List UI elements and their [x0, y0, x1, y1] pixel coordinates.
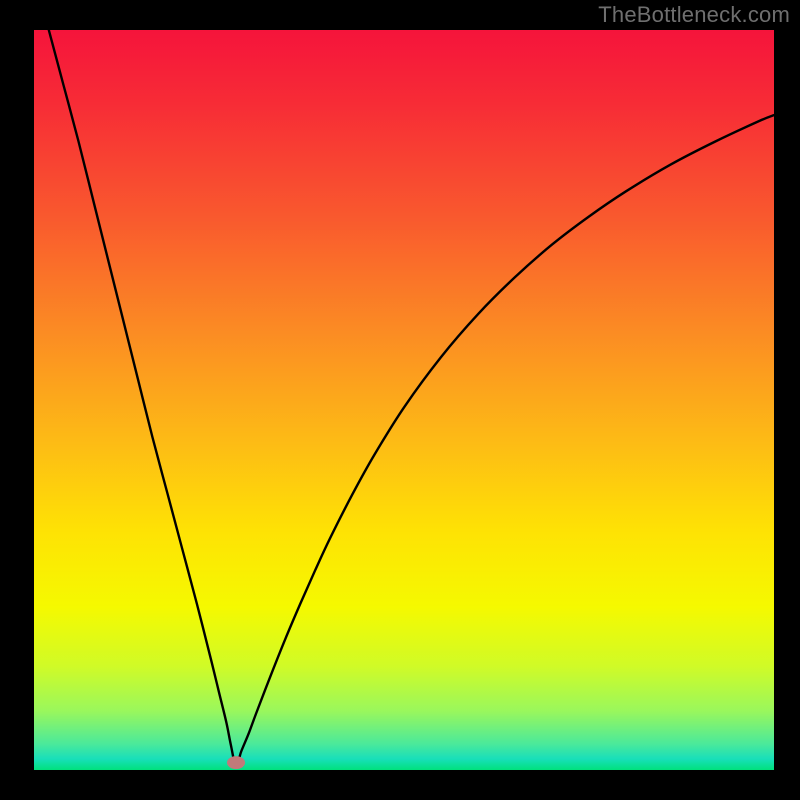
- vertex-marker: [227, 756, 245, 769]
- chart-plot-area: [34, 30, 774, 770]
- chart-svg: [34, 30, 774, 770]
- watermark-text: TheBottleneck.com: [598, 2, 790, 28]
- chart-background: [34, 30, 774, 770]
- chart-outer-frame: TheBottleneck.com: [0, 0, 800, 800]
